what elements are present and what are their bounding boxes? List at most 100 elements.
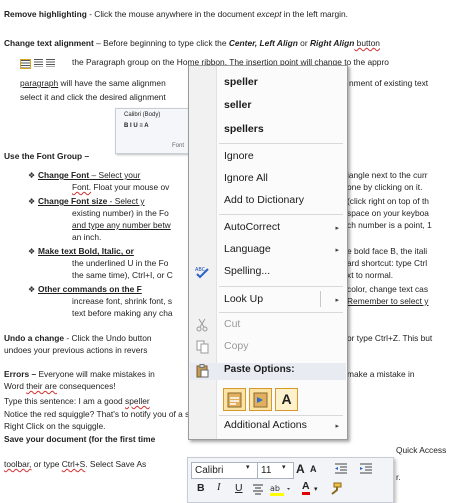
remove-title: Remove highlighting bbox=[4, 9, 87, 19]
type-sentence: Type this sentence: I am a good speller bbox=[4, 396, 150, 407]
speller-misspelled-word[interactable]: speller bbox=[125, 396, 150, 406]
font-color-button[interactable]: A bbox=[302, 481, 310, 495]
other-commands-item: ❖ Other commands on the F bbox=[28, 284, 142, 295]
size-line-2b: space on your keyboa bbox=[347, 208, 429, 218]
paste-keep-source-formatting-button[interactable] bbox=[223, 388, 246, 411]
errors-text: Everyone will make mistakes in bbox=[36, 369, 155, 379]
errors-word: Word bbox=[4, 381, 27, 391]
highlight-color-icon[interactable]: ab bbox=[270, 482, 292, 500]
font-group-title: Use the Font Group – bbox=[4, 151, 90, 161]
align-line-3c: nment of existing text bbox=[349, 78, 429, 88]
menu-look-up[interactable]: Look Up bbox=[224, 293, 263, 305]
align-title: Change text alignment bbox=[4, 38, 94, 48]
other-line-3: text before making any cha bbox=[72, 308, 173, 318]
other-line-2a: increase font, shrink font, s bbox=[72, 296, 173, 306]
font-dropdown-arrow-icon[interactable]: ▾ bbox=[246, 463, 250, 471]
save-line-2e: r. bbox=[396, 472, 401, 482]
look-up-submenu-arrow-icon: ▸ bbox=[335, 297, 339, 304]
font-size-label: Change Font size bbox=[38, 196, 108, 206]
menu-ignore[interactable]: Ignore bbox=[224, 150, 254, 162]
save-as-text: . Select Save As bbox=[85, 459, 147, 469]
font-size-field[interactable]: 11 bbox=[257, 462, 294, 479]
align-text: – Before beginning to type click the bbox=[93, 38, 229, 48]
language-submenu-arrow-icon: ▸ bbox=[335, 247, 339, 254]
paste-text-only-button[interactable]: A bbox=[275, 388, 298, 411]
copy-icon bbox=[195, 340, 210, 354]
shrink-font-button[interactable]: A bbox=[310, 464, 317, 474]
remove-text: - Click the mouse anywhere in the docume… bbox=[86, 9, 257, 19]
change-font-tail: iangle next to the curr bbox=[347, 170, 428, 180]
menu-add-to-dictionary[interactable]: Add to Dictionary bbox=[224, 194, 304, 206]
align-left-icon bbox=[20, 59, 31, 69]
errors-title: Errors – bbox=[4, 369, 37, 379]
undo-text: - Click the Undo button bbox=[64, 333, 152, 343]
bold-button[interactable]: B bbox=[197, 482, 205, 494]
font-size-item: ❖ Change Font size - Select y bbox=[28, 196, 145, 207]
bold-line-3a: the same time), Ctrl+I, or C bbox=[72, 270, 173, 280]
undo-tail: or type Ctrl+Z. This but bbox=[347, 333, 433, 343]
format-painter-icon[interactable] bbox=[328, 482, 342, 499]
font-line-2b: Float your mouse ov bbox=[91, 182, 170, 192]
align-options: Center, Left Align bbox=[228, 38, 298, 48]
right-click-line: Right Click on the squiggle. bbox=[4, 421, 106, 431]
bold-line-2a: the underlined U in the Fo bbox=[72, 258, 169, 268]
menu-separator bbox=[219, 415, 343, 416]
additional-actions-submenu-arrow-icon: ▸ bbox=[335, 423, 339, 430]
decrease-indent-icon[interactable] bbox=[334, 462, 348, 478]
paste-options-label: Paste Options: bbox=[224, 364, 295, 375]
menu-cut[interactable]: Cut bbox=[224, 318, 240, 330]
size-dropdown-arrow-icon[interactable]: ▾ bbox=[282, 463, 286, 471]
size-line-3b: ch number is a point, 1 bbox=[347, 220, 432, 230]
menu-autocorrect[interactable]: AutoCorrect bbox=[224, 221, 280, 233]
scissors-icon bbox=[195, 318, 210, 332]
menu-language[interactable]: Language bbox=[224, 243, 271, 255]
toolbar-word: toolbar, bbox=[4, 459, 32, 469]
suggestion-speller[interactable]: speller bbox=[224, 76, 258, 88]
remove-highlighting-paragraph: Remove highlighting - Click the mouse an… bbox=[4, 9, 348, 20]
grow-font-button[interactable]: A bbox=[296, 462, 305, 476]
svg-text:ab: ab bbox=[270, 484, 280, 493]
save-tail: Quick Access bbox=[396, 445, 447, 455]
other-commands-label: Other commands on the F bbox=[38, 284, 142, 294]
menu-copy[interactable]: Copy bbox=[224, 340, 249, 352]
menu-separator bbox=[219, 312, 343, 313]
align-line-3: paragraph will have the same alignmen bbox=[20, 78, 166, 89]
other-line-2b: Remember to select y bbox=[347, 296, 429, 306]
font-color-arrow-icon[interactable]: ▾ bbox=[314, 485, 318, 493]
bold-line-2b: ard shortcut: type Ctrl bbox=[347, 258, 428, 268]
spelling-context-menu: speller seller spellers Ignore Ignore Al… bbox=[188, 65, 348, 440]
menu-separator bbox=[219, 214, 343, 215]
paragraph-word: paragraph bbox=[20, 78, 59, 88]
errors-line-2c: consequences! bbox=[56, 381, 116, 391]
save-title: Save your document (for the first time bbox=[4, 434, 156, 444]
suggestion-seller[interactable]: seller bbox=[224, 99, 251, 111]
paste-merge-formatting-button[interactable] bbox=[249, 388, 272, 411]
increase-indent-icon[interactable] bbox=[359, 462, 373, 478]
size-line-3a: and type any number betw bbox=[72, 220, 171, 230]
errors-tail: make a mistake in bbox=[347, 369, 415, 379]
suggestion-spellers[interactable]: spellers bbox=[224, 123, 264, 135]
align-right-icon bbox=[46, 59, 55, 67]
align-paragraph: Change text alignment – Before beginning… bbox=[4, 38, 380, 49]
spelling-abc-icon: ABC bbox=[195, 265, 210, 279]
font-line-2c: one by clicking on it. bbox=[347, 182, 423, 192]
font-word: Font. bbox=[72, 182, 92, 192]
font-size-text: - Select y bbox=[107, 196, 145, 206]
align-or: or bbox=[297, 38, 310, 48]
menu-ignore-all[interactable]: Ignore All bbox=[224, 172, 268, 184]
bold-line-3b: xt to normal. bbox=[347, 270, 394, 280]
menu-additional-actions[interactable]: Additional Actions bbox=[224, 419, 307, 431]
ribbon-font-label: Font bbox=[172, 143, 185, 149]
italic-button[interactable]: I bbox=[217, 482, 221, 493]
menu-spelling[interactable]: Spelling... bbox=[224, 265, 270, 277]
their-are-squiggle: their are bbox=[26, 381, 57, 391]
other-tail: color, change text cas bbox=[347, 284, 429, 294]
center-align-icon[interactable] bbox=[252, 484, 264, 498]
bullet-diamond-icon: ❖ bbox=[28, 247, 36, 256]
menu-separator bbox=[219, 143, 343, 144]
bold-tail: e bold face B, the itali bbox=[347, 246, 428, 256]
align-line-3b: will have the same alignmen bbox=[58, 78, 166, 88]
bullet-diamond-icon: ❖ bbox=[28, 171, 36, 180]
bullet-diamond-icon: ❖ bbox=[28, 285, 36, 294]
underline-button[interactable]: U bbox=[235, 482, 243, 494]
